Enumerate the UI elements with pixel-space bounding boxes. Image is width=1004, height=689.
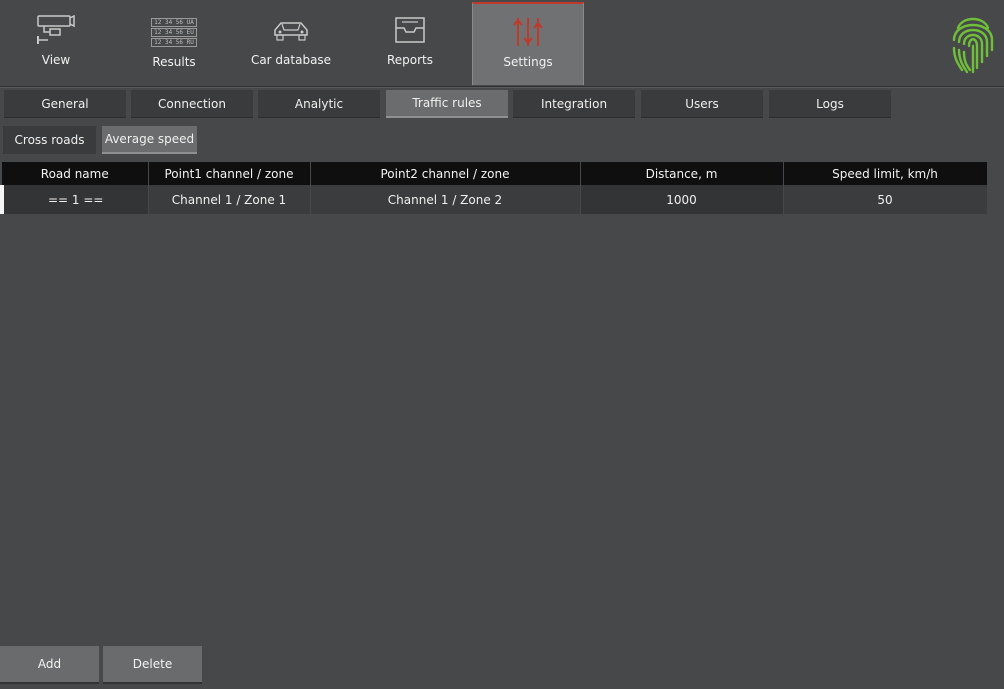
main-toolbar: View 12 34 56 UA 12 34 56 EU 12 34 56 RU… <box>0 0 1004 88</box>
cell-distance[interactable]: 1000 <box>580 185 784 214</box>
cell-road-name[interactable]: == 1 == <box>0 185 149 214</box>
tab-integration[interactable]: Integration <box>513 90 635 118</box>
sliders-icon <box>508 14 548 50</box>
column-header-point2[interactable]: Point2 channel / zone <box>310 162 581 185</box>
toolbar-settings-label: Settings <box>503 55 553 69</box>
cell-point2[interactable]: Channel 1 / Zone 2 <box>310 185 581 214</box>
subtab-average-speed[interactable]: Average speed <box>102 126 197 154</box>
subtab-cross-roads[interactable]: Cross roads <box>3 126 96 154</box>
add-button[interactable]: Add <box>0 646 99 684</box>
toolbar-reports-button[interactable]: Reports <box>354 2 466 85</box>
fingerprint-icon <box>950 10 996 76</box>
tab-traffic-rules[interactable]: Traffic rules <box>386 90 508 118</box>
toolbar-results-button[interactable]: 12 34 56 UA 12 34 56 EU 12 34 56 RU Resu… <box>118 2 230 85</box>
car-icon <box>271 12 311 48</box>
plate-ua: 12 34 56 UA <box>151 17 197 27</box>
toolbar-results-label: Results <box>152 55 196 69</box>
toolbar-view-button[interactable]: View <box>0 2 112 85</box>
toolbar-reports-label: Reports <box>386 53 434 67</box>
column-header-road-name[interactable]: Road name <box>2 162 149 185</box>
tab-logs[interactable]: Logs <box>769 90 891 118</box>
table-header-row: Road name Point1 channel / zone Point2 c… <box>2 162 988 185</box>
plate-eu: 12 34 56 EU <box>151 27 197 37</box>
table-row[interactable]: == 1 == Channel 1 / Zone 1 Channel 1 / Z… <box>0 185 988 214</box>
settings-tab-bar: General Connection Analytic Traffic rule… <box>2 90 1002 119</box>
delete-button[interactable]: Delete <box>103 646 202 684</box>
toolbar-settings-button[interactable]: Settings <box>472 2 584 85</box>
camera-icon <box>36 12 76 48</box>
tab-analytic[interactable]: Analytic <box>258 90 380 118</box>
cell-point1[interactable]: Channel 1 / Zone 1 <box>148 185 311 214</box>
tab-users[interactable]: Users <box>641 90 763 118</box>
tab-general[interactable]: General <box>4 90 126 118</box>
tab-connection[interactable]: Connection <box>131 90 253 118</box>
column-header-point1[interactable]: Point1 channel / zone <box>148 162 311 185</box>
average-speed-table: Road name Point1 channel / zone Point2 c… <box>0 162 988 214</box>
column-header-distance[interactable]: Distance, m <box>580 162 784 185</box>
plate-ru: 12 34 56 RU <box>151 37 197 47</box>
cell-speed-limit[interactable]: 50 <box>783 185 988 214</box>
column-header-speed-limit[interactable]: Speed limit, km/h <box>783 162 988 185</box>
plates-icon: 12 34 56 UA 12 34 56 EU 12 34 56 RU <box>151 14 197 50</box>
toolbar-view-label: View <box>41 53 71 67</box>
toolbar-car-database-button[interactable]: Car database <box>235 2 347 85</box>
toolbar-car-database-label: Car database <box>250 53 332 67</box>
tray-icon <box>390 12 430 48</box>
